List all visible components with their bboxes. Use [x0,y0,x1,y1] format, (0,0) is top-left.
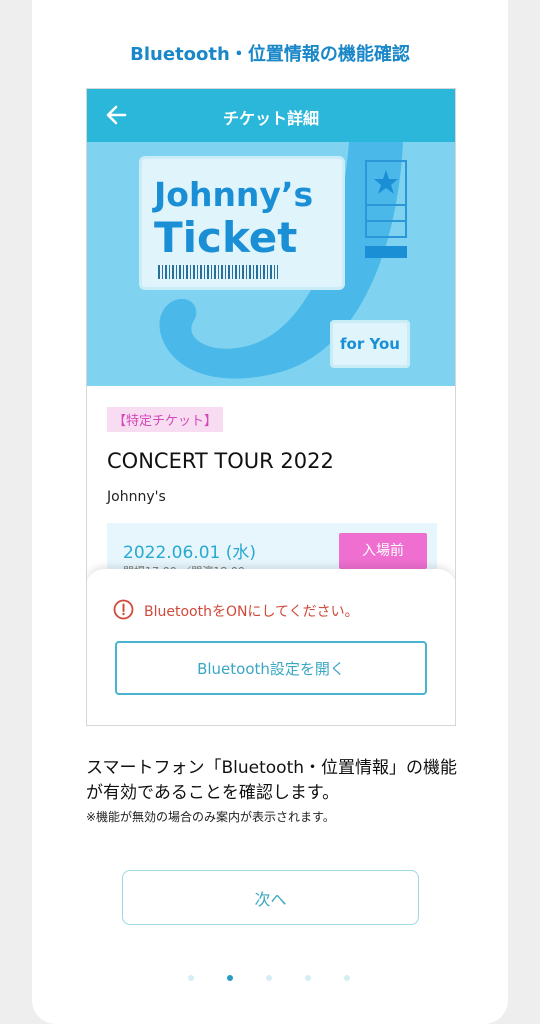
pagination-dot [305,975,311,981]
pagination-dots [188,975,358,983]
tour-name: CONCERT TOUR 2022 [107,449,334,473]
pagination-dot [188,975,194,981]
ticket-graphic-line1: Johnny’s [154,175,314,214]
ticket-hero-image: Johnny’s Ticket for You [87,142,455,386]
ticket-graphic-line2: Ticket [154,213,298,262]
page-title: Bluetooth・位置情報の機能確認 [130,44,410,65]
warning-text: BluetoothをONにしてください。 [144,604,359,620]
pagination-dot [344,975,350,981]
ticket-type-tag: 【特定チケット】 [107,407,224,432]
pagination-dot-active [227,975,233,981]
open-bluetooth-settings-button[interactable]: Bluetooth設定を開く [115,641,427,695]
barcode-graphic [158,265,278,279]
bluetooth-bottom-sheet: BluetoothをONにしてください。 Bluetooth設定を開く [87,569,455,725]
note-text: ※機能が無効の場合のみ案内が表示されます。 [86,810,335,824]
app-bar-title: チケット詳細 [222,109,319,128]
pagination-dot [266,975,272,981]
event-date: 2022.06.01 (水) [123,543,257,563]
artist-name: Johnny's [107,489,166,505]
ticket-stub-graphic [365,160,407,258]
next-button[interactable]: 次へ [122,870,419,925]
ticket-preview-frame: チケット詳細 Johnny’s Ticket for You 【特定チケット】 … [86,88,456,726]
for-you-label: for You [330,320,410,368]
ticket-graphic: Johnny’s Ticket [139,156,345,290]
status-badge: 入場前 [339,533,427,569]
app-bar: チケット詳細 [87,89,455,142]
description-text: スマートフォン「Bluetooth・位置情報」の機能が有効であることを確認します… [86,758,458,803]
exclamation-circle-icon [113,599,134,620]
